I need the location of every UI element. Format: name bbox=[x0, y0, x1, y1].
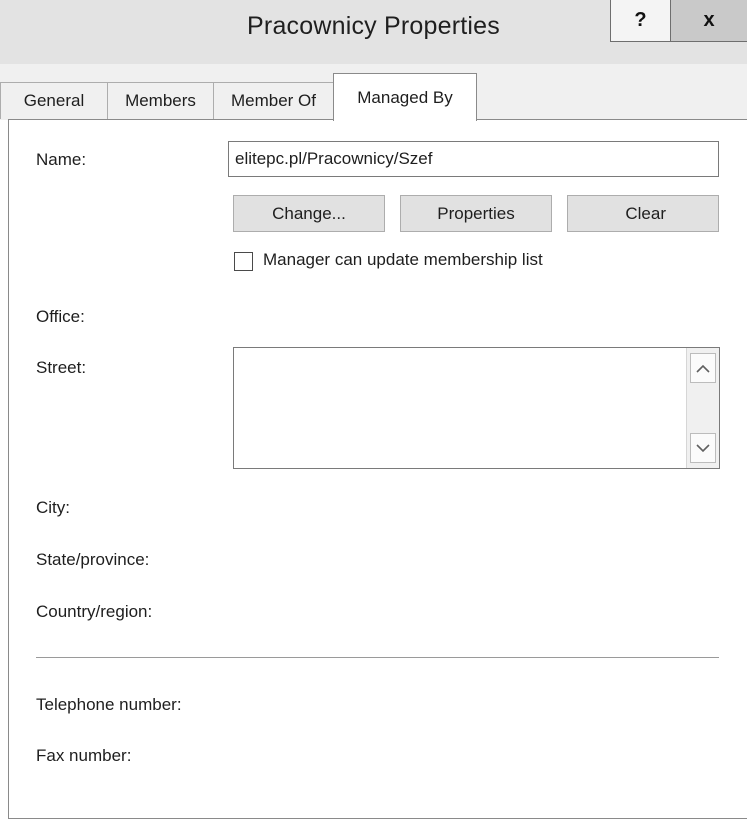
properties-button[interactable]: Properties bbox=[400, 195, 552, 232]
street-label: Street: bbox=[36, 358, 87, 377]
country-region-label: Country/region: bbox=[36, 602, 153, 621]
fax-number-label: Fax number: bbox=[36, 746, 132, 765]
close-button[interactable]: x bbox=[670, 0, 747, 42]
manager-can-update-checkbox[interactable] bbox=[234, 252, 253, 271]
tab-member-of[interactable]: Member Of bbox=[213, 82, 334, 119]
street-field[interactable] bbox=[233, 347, 720, 469]
clear-button[interactable]: Clear bbox=[567, 195, 719, 232]
manager-can-update-label[interactable]: Manager can update membership list bbox=[263, 250, 543, 270]
state-province-label: State/province: bbox=[36, 550, 150, 569]
change-button[interactable]: Change... bbox=[233, 195, 385, 232]
chevron-down-icon[interactable] bbox=[690, 433, 716, 463]
name-label: Name: bbox=[36, 150, 87, 169]
telephone-number-label: Telephone number: bbox=[36, 695, 182, 714]
tab-general[interactable]: General bbox=[0, 82, 108, 119]
name-field[interactable] bbox=[228, 141, 719, 177]
tab-managed-by[interactable]: Managed By bbox=[333, 73, 477, 121]
help-button[interactable]: ? bbox=[610, 0, 670, 42]
tab-members[interactable]: Members bbox=[107, 82, 214, 119]
title-bar: Pracownicy Properties ? x bbox=[0, 0, 747, 64]
office-label: Office: bbox=[36, 307, 85, 326]
chevron-up-icon[interactable] bbox=[690, 353, 716, 383]
section-divider bbox=[36, 657, 719, 659]
city-label: City: bbox=[36, 498, 70, 517]
street-scrollbar[interactable] bbox=[686, 348, 719, 468]
